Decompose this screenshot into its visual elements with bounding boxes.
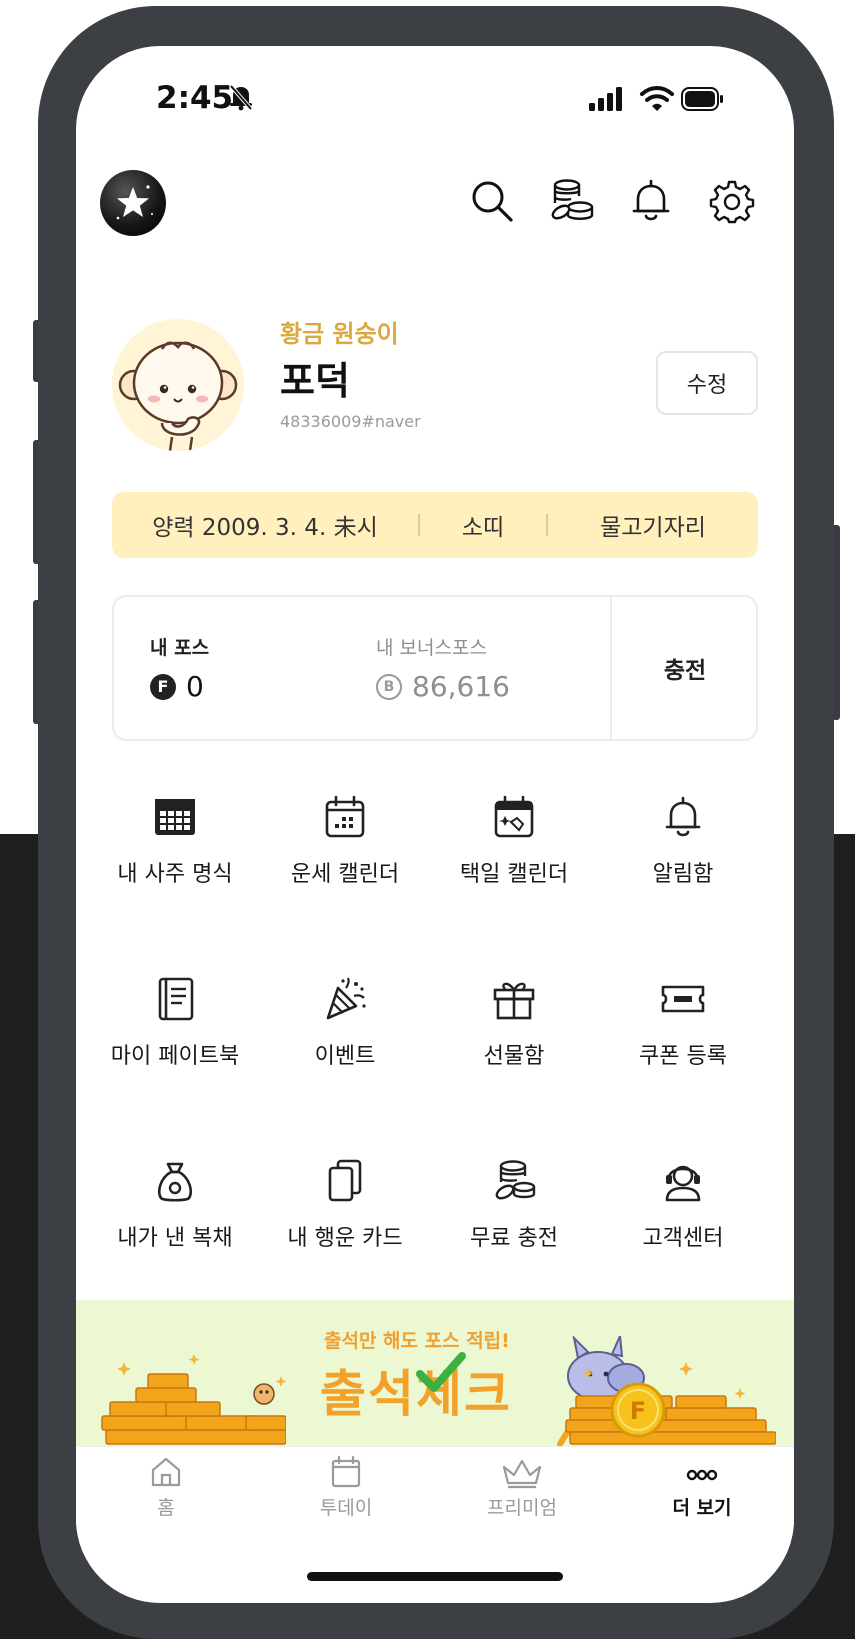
my-force: 내 포스 F 0 [150, 633, 209, 703]
calendar-grid-icon [155, 799, 195, 835]
birth-info-bar: 양력 2009. 3. 4. 未시 소띠 물고기자리 [112, 492, 758, 558]
menu-label: 고객센터 [642, 1226, 724, 1251]
menu-item-coupon[interactable]: 쿠폰 등록 [598, 976, 768, 1086]
calendar-icon [331, 1455, 361, 1488]
points-card: 내 포스 F 0 내 보너스포스 B 86,616 충전 [112, 595, 758, 741]
menu-item-free-charge[interactable]: 무료 충전 [429, 1158, 599, 1268]
force-coin-icon: F [150, 673, 176, 700]
bonus-force-label: 내 보너스포스 [376, 637, 487, 659]
tab-label: 프리미엄 [487, 1497, 557, 1519]
tab-premium[interactable]: 프리미엄 [462, 1455, 582, 1520]
menu-item-date-calendar[interactable]: 택일 캘린더 [429, 794, 599, 904]
cards-icon [328, 1159, 362, 1202]
tab-label: 투데이 [319, 1497, 373, 1519]
my-force-value: 0 [186, 670, 204, 703]
tab-label: 더 보기 [672, 1497, 732, 1519]
bottom-tab-bar: 홈 투데이 프리미엄 더 보기 [76, 1446, 794, 1556]
menu-label: 내 사주 명식 [117, 862, 233, 887]
bell-icon [665, 796, 701, 837]
bell-icon[interactable] [628, 178, 674, 224]
book-icon [158, 977, 194, 1021]
menu-label: 내가 낸 복채 [117, 1226, 233, 1251]
bell-off-icon [229, 84, 253, 111]
profile-nickname: 포덕 [280, 359, 350, 403]
menu-item-customer-center[interactable]: 고객센터 [598, 1158, 768, 1268]
home-icon [151, 1457, 181, 1487]
menu-item-inbox[interactable]: 알림함 [598, 794, 768, 904]
calendar-check-icon [494, 795, 534, 838]
birth-zodiac: 소띠 [461, 515, 505, 541]
search-icon[interactable] [469, 178, 515, 224]
crown-icon [502, 1459, 542, 1489]
birth-constellation: 물고기자리 [600, 515, 706, 541]
menu-label: 이벤트 [314, 1044, 376, 1069]
birth-solar-date: 양력 2009. 3. 4. 未시 [152, 515, 378, 541]
gear-icon[interactable] [709, 178, 755, 224]
avatar [112, 319, 244, 451]
app-screen: 2:45 황금 원숭이 포덕 48336009#naver 수정 양력 2009… [76, 46, 794, 1603]
sparkle-decorations [117, 1354, 746, 1399]
menu-label: 쿠폰 등록 [639, 1044, 727, 1069]
profile-title: 황금 원숭이 [280, 320, 399, 348]
menu-label: 내 행운 카드 [287, 1226, 403, 1251]
status-time: 2:45 [156, 80, 234, 116]
coins-icon [495, 1160, 536, 1200]
tab-home[interactable]: 홈 [106, 1455, 226, 1520]
menu-label: 알림함 [652, 862, 714, 887]
my-force-label: 내 포스 [150, 637, 210, 659]
coins-icon[interactable] [549, 178, 595, 224]
menu-item-gift-box[interactable]: 선물함 [429, 976, 599, 1086]
menu-item-saju[interactable]: 내 사주 명식 [90, 794, 260, 904]
ticket-icon [661, 985, 705, 1013]
home-indicator[interactable] [307, 1572, 563, 1581]
bonus-force: 내 보너스포스 B 86,616 [376, 633, 510, 703]
star-logo-icon [116, 185, 154, 220]
party-popper-icon [326, 977, 366, 1020]
status-icons [589, 86, 723, 116]
tab-label: 홈 [157, 1497, 175, 1519]
charge-button[interactable]: 충전 [612, 597, 758, 739]
headset-icon [665, 1165, 701, 1202]
menu-label: 마이 페이트북 [110, 1044, 240, 1069]
menu-item-lucky-card[interactable]: 내 행운 카드 [260, 1158, 430, 1268]
more-dots-icon [686, 1469, 718, 1481]
menu-item-fatebook[interactable]: 마이 페이트북 [90, 976, 260, 1086]
my-force-value-row: F 0 [150, 670, 209, 703]
menu-label: 무료 충전 [470, 1226, 558, 1251]
banner-subtitle: 출석만 해도 포스 적립! [324, 1330, 510, 1352]
bonus-force-value-row: B 86,616 [376, 670, 510, 703]
money-bag-icon [158, 1162, 192, 1202]
bonus-force-value: 86,616 [412, 670, 510, 703]
gift-icon [493, 982, 535, 1020]
menu-item-paid-fee[interactable]: 내가 낸 복채 [90, 1158, 260, 1268]
profile-user-id: 48336009#naver [280, 412, 421, 431]
menu-label: 선물함 [483, 1044, 545, 1069]
tab-today[interactable]: 투데이 [286, 1455, 406, 1520]
tab-more[interactable]: 더 보기 [642, 1455, 762, 1520]
signal-wifi-battery-icon [589, 86, 723, 111]
edit-profile-button[interactable]: 수정 [656, 351, 758, 415]
app-logo[interactable] [100, 170, 166, 236]
attendance-banner[interactable]: 출석만 해도 포스 적립! 출석체크 F [76, 1300, 794, 1446]
menu-item-fortune-calendar[interactable]: 운세 캘린더 [260, 794, 430, 904]
calendar-icon [325, 795, 365, 838]
menu-label: 택일 캘린더 [459, 862, 569, 887]
menu-item-event[interactable]: 이벤트 [260, 976, 430, 1086]
menu-label: 운세 캘린더 [290, 862, 400, 887]
monkey-avatar-icon [118, 341, 238, 451]
bonus-coin-icon: B [376, 673, 402, 700]
